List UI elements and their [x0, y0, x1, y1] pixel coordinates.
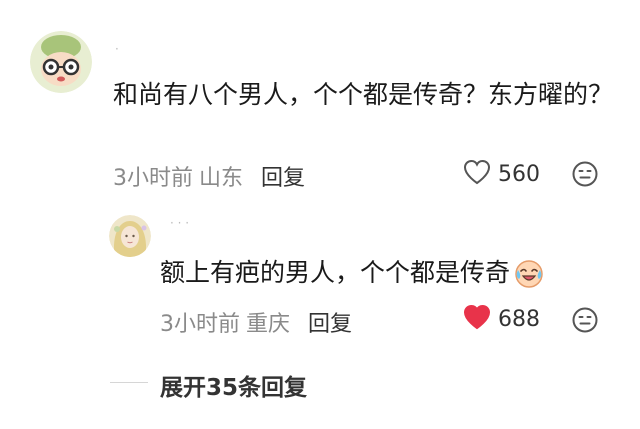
heart-icon	[462, 158, 492, 190]
comment-username[interactable]: ·	[115, 42, 119, 56]
reply-location: 重庆	[246, 312, 291, 337]
dislike-button[interactable]	[571, 160, 598, 187]
reply-time: 3小时前	[160, 312, 240, 337]
reply-button[interactable]: 回复	[261, 160, 305, 192]
heart-icon	[462, 303, 492, 335]
comment-meta: 3小时前 山东 回复	[113, 160, 305, 192]
crying-laughing-emoji-icon	[513, 257, 545, 289]
comment-text: 和尚有八个男人，个个都是传奇？东方曜的？	[113, 80, 614, 109]
reply-like-button[interactable]: 688	[462, 303, 540, 335]
reply-username[interactable]: · · ·	[170, 216, 189, 230]
like-button[interactable]: 560	[462, 158, 540, 190]
reply-meta: 3小时前 重庆 回复	[160, 306, 352, 338]
like-count: 560	[498, 161, 540, 187]
reply-dislike-button[interactable]	[571, 306, 598, 333]
reply-like-count: 688	[498, 306, 540, 332]
expand-divider	[110, 382, 148, 383]
comment-location: 山东	[199, 166, 244, 191]
reply-reply-button[interactable]: 回复	[308, 306, 352, 338]
reply-avatar[interactable]	[109, 215, 151, 257]
avatar[interactable]	[30, 31, 92, 93]
expand-replies-button[interactable]: 展开35条回复	[160, 368, 307, 402]
comment-time: 3小时前	[113, 166, 193, 191]
dislike-face-icon	[571, 307, 599, 338]
dislike-face-icon	[571, 161, 599, 192]
reply-text: 额上有疤的男人，个个都是传奇	[160, 258, 511, 287]
reply-text-row: 额上有疤的男人，个个都是传奇	[160, 255, 545, 291]
